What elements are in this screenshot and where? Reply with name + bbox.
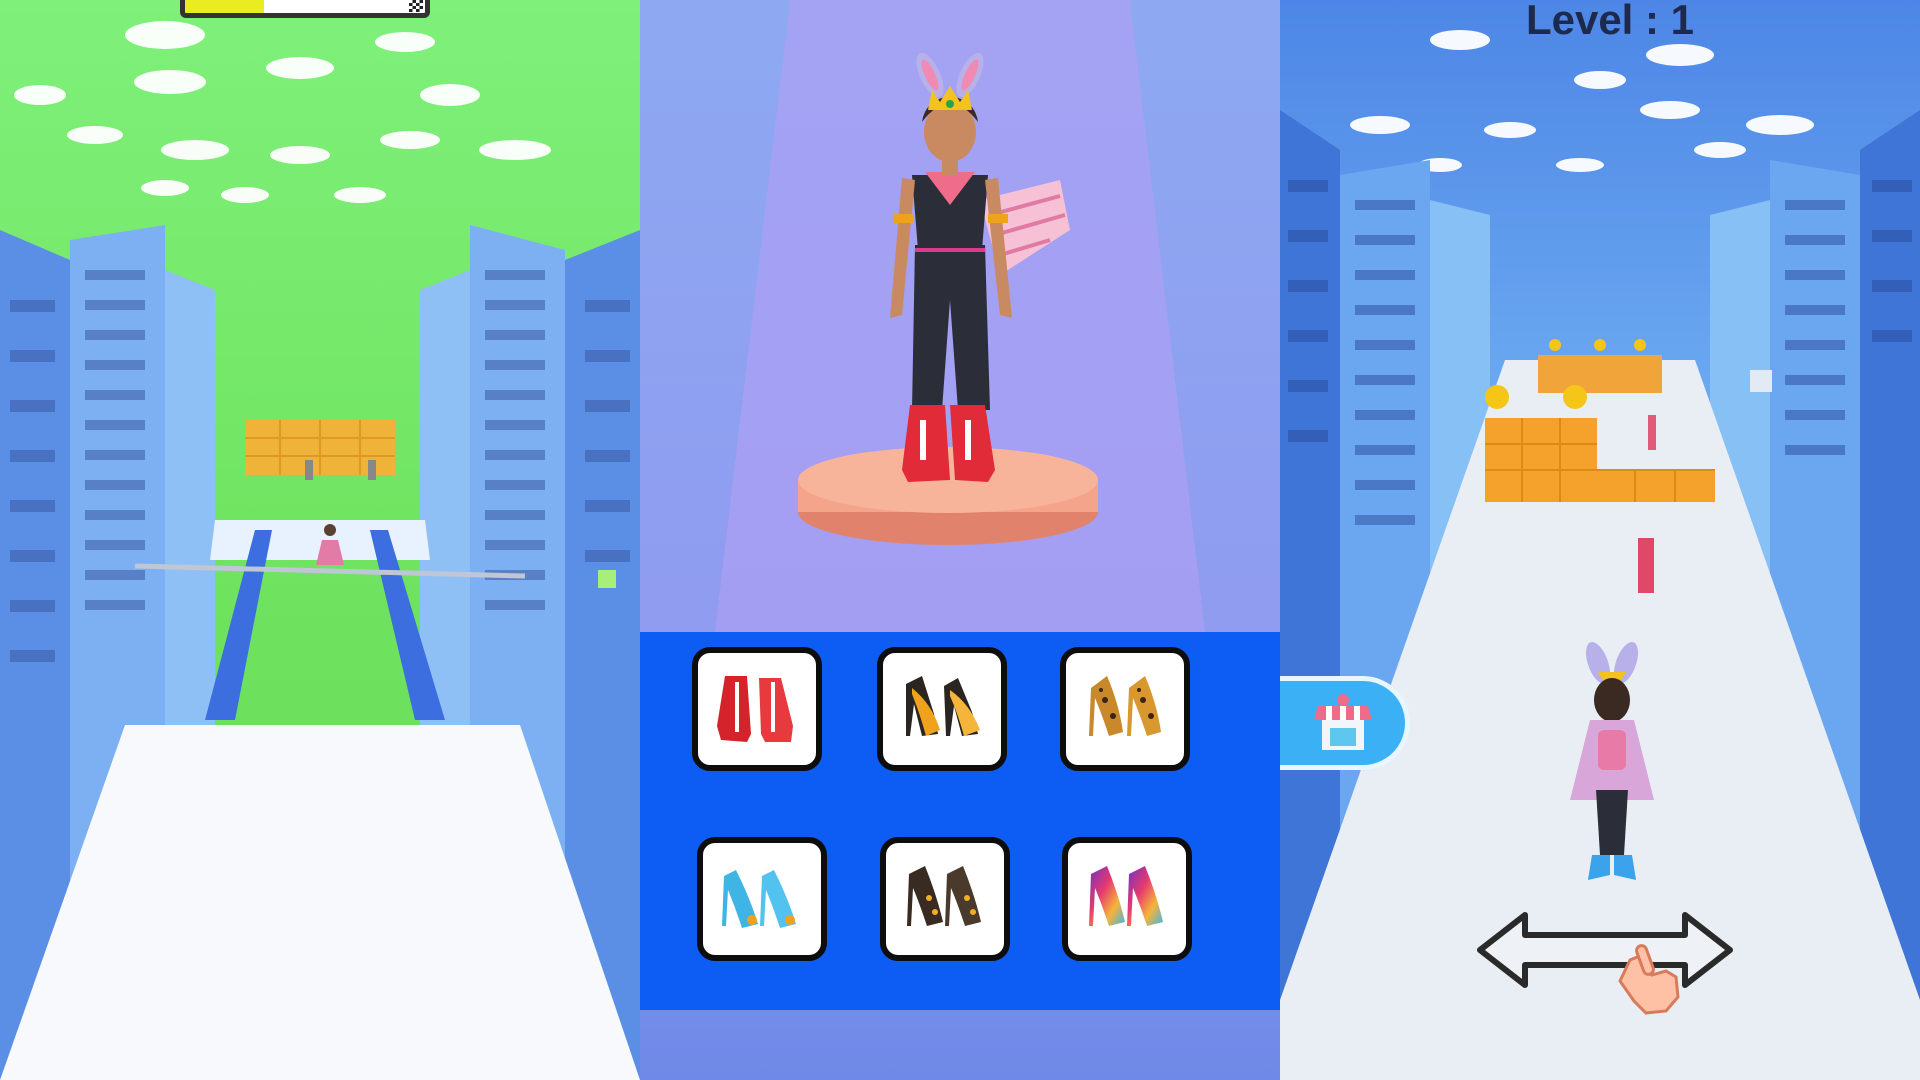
coin (1485, 385, 1509, 409)
level-progress-bar (180, 0, 430, 18)
middle-shop-panel (640, 0, 1280, 1080)
brick-wall-low (1485, 470, 1715, 502)
shoe-selection-grid (640, 632, 1280, 1010)
shoe-option-black-heels[interactable] (880, 837, 1010, 961)
orange-high-heels-icon (906, 676, 980, 736)
red-ankle-boots-icon (717, 676, 793, 742)
far-brick-wall (1538, 355, 1662, 393)
shoe-option-blue-heels[interactable] (697, 837, 827, 961)
black-gold-heels-icon (907, 866, 981, 926)
small-heel-pickup (305, 460, 313, 480)
heel-pickup (1648, 415, 1656, 450)
shoe-option-orange-heels[interactable] (877, 647, 1007, 771)
shop-store-icon (1313, 694, 1372, 750)
coin (1563, 385, 1587, 409)
shoe-option-leopard-heels[interactable] (1060, 647, 1190, 771)
left-city-scene (0, 21, 640, 1080)
left-gameplay-panel (0, 0, 640, 1080)
progress-fill (185, 0, 265, 13)
clouds (1350, 30, 1814, 172)
swipe-left-right-hand-icon (1477, 912, 1733, 1015)
level-indicator: Level : 1 (1525, 0, 1695, 43)
clouds (14, 21, 551, 203)
finish-flag-icon (409, 0, 423, 12)
blue-peep-toe-heels-icon (722, 870, 796, 928)
rainbow-high-heels-icon (1089, 866, 1163, 926)
right-gameplay-panel: Level : 1 (1280, 0, 1920, 1080)
heel-pickup (1638, 538, 1654, 593)
leopard-high-heels-icon (1089, 676, 1161, 736)
shoe-option-red-boots[interactable] (692, 647, 822, 771)
shoe-option-rainbow-heels[interactable] (1062, 837, 1192, 961)
shop-button[interactable] (1280, 676, 1410, 770)
